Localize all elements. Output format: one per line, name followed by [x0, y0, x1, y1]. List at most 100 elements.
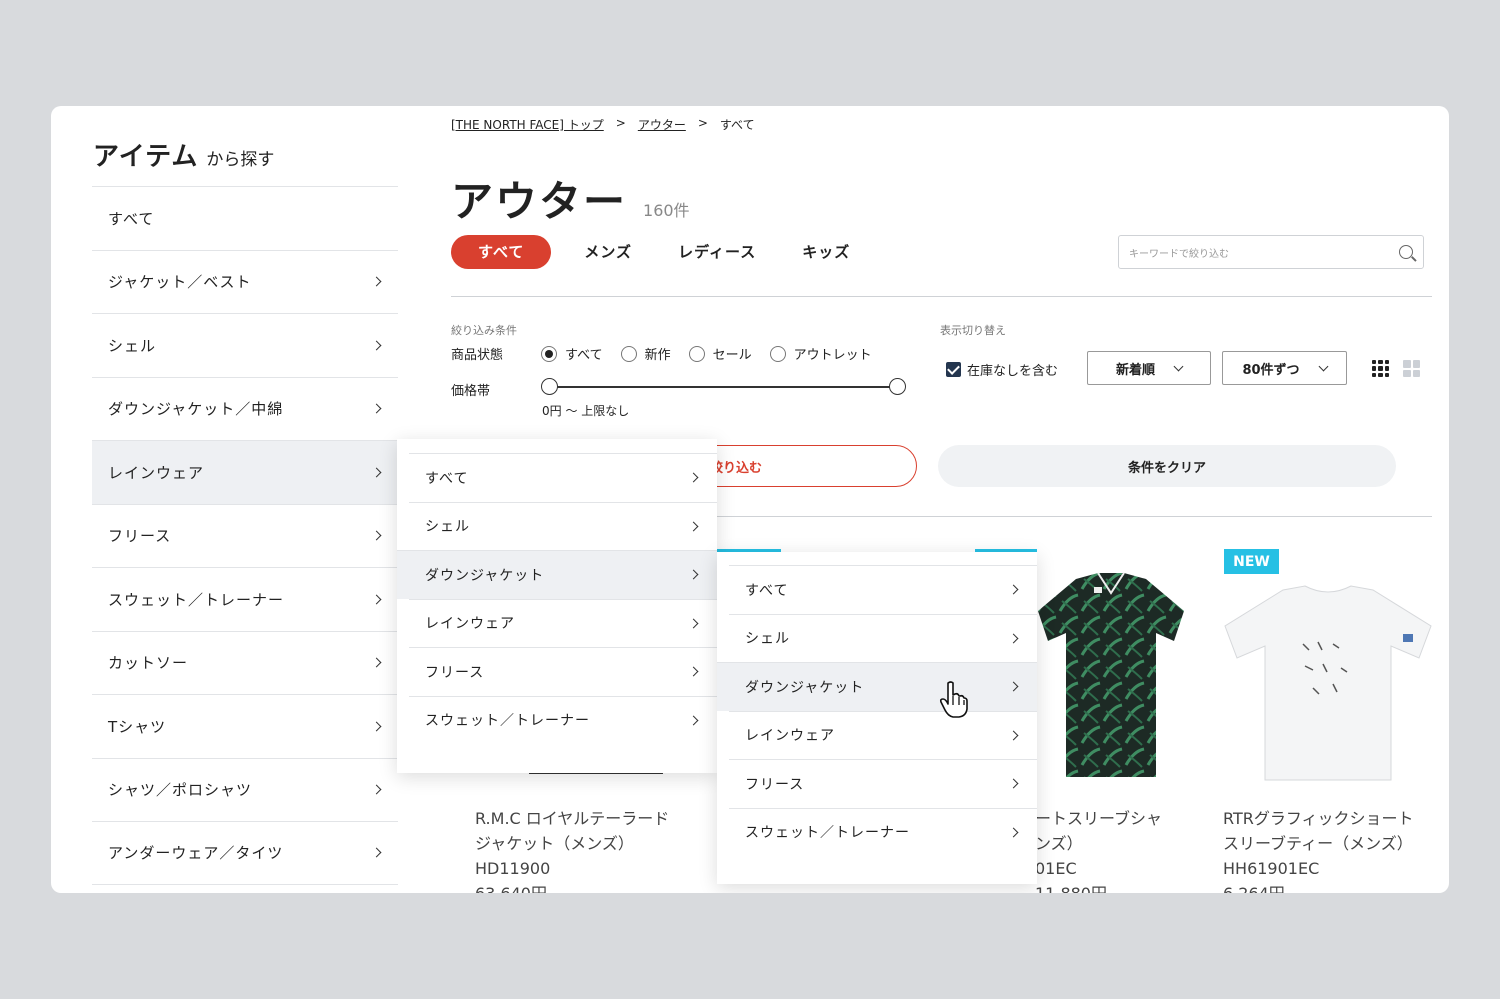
divider: [451, 296, 1432, 297]
status-radio-outlet[interactable]: アウトレット: [769, 344, 872, 363]
sidebar-item-shirt-polo[interactable]: シャツ／ポロシャツ: [92, 757, 398, 822]
radio-icon: [688, 345, 705, 362]
chevron-right-icon: [688, 715, 699, 726]
sidebar-category-list: すべて ジャケット／ベスト シェル ダウンジャケット／中綿 レインウェア フリー…: [92, 186, 398, 885]
status-filter: 商品状態 すべて 新作 セール アウトレット: [451, 344, 890, 363]
flyout-menu-level2: すべて シェル ダウンジャケット レインウェア フリース スウェット／トレーナー: [397, 439, 717, 773]
tab-kids[interactable]: キッズ: [779, 235, 873, 269]
status-radio-all[interactable]: すべて: [541, 344, 603, 363]
grid-view-2-icon[interactable]: [1403, 360, 1420, 377]
flyout3-item-rainwear[interactable]: レインウェア: [729, 710, 1037, 760]
price-slider-min-handle[interactable]: [541, 378, 558, 395]
chevron-right-icon: [371, 403, 382, 414]
price-label: 価格帯: [451, 384, 491, 399]
chevron-right-icon: [371, 594, 382, 605]
breadcrumb-outer-link[interactable]: アウター: [638, 116, 686, 133]
breadcrumb-home-link[interactable]: [THE NORTH FACE] トップ: [451, 116, 604, 133]
price-slider-track[interactable]: [549, 386, 897, 388]
sidebar-item-cutsew[interactable]: カットソー: [92, 630, 398, 695]
chevron-right-icon: [371, 530, 382, 541]
flyout3-item-down-jacket[interactable]: ダウンジャケット: [717, 662, 1037, 711]
radio-checked-icon: [541, 345, 557, 362]
chevron-right-icon: [371, 721, 382, 732]
page-card: アイテム から探す すべて ジャケット／ベスト シェル ダウンジャケット／中綿 …: [51, 106, 1449, 893]
sidebar-item-underwear[interactable]: アンダーウェア／タイツ: [92, 821, 398, 885]
status-radio-sale[interactable]: セール: [688, 344, 752, 363]
sidebar-title-sub: から探す: [206, 150, 275, 170]
price-slider-max-handle[interactable]: [889, 378, 906, 395]
new-badge: NEW: [1224, 549, 1279, 574]
chevron-right-icon: [371, 784, 382, 795]
hand-cursor-icon: [939, 681, 968, 718]
flyout3-item-fleece[interactable]: フリース: [729, 759, 1037, 808]
flyout2-item-all[interactable]: すべて: [409, 453, 717, 502]
sidebar-title-main: アイテム: [93, 142, 199, 172]
chevron-right-icon: [1008, 681, 1019, 692]
sidebar-item-shell[interactable]: シェル: [92, 313, 398, 377]
status-radio-new[interactable]: 新作: [620, 344, 671, 363]
sidebar-item-tshirt[interactable]: Tシャツ: [92, 694, 398, 758]
sidebar-item-all[interactable]: すべて: [92, 186, 398, 250]
price-range-value: 0円 〜 上限なし: [542, 404, 630, 418]
flyout2-item-shell[interactable]: シェル: [409, 501, 717, 551]
chevron-right-icon: [371, 847, 382, 858]
chevron-right-icon: [1008, 827, 1019, 838]
sidebar-item-sweat[interactable]: スウェット／トレーナー: [92, 567, 398, 631]
flyout2-item-rainwear[interactable]: レインウェア: [409, 598, 717, 648]
product-image-shirt[interactable]: [1036, 571, 1186, 783]
sort-select[interactable]: 新着順: [1087, 351, 1211, 385]
chevron-right-icon: [371, 657, 382, 668]
radio-icon: [620, 345, 637, 362]
status-label: 商品状態: [451, 348, 504, 363]
chevron-right-icon: [688, 521, 699, 532]
breadcrumb-current: すべて: [719, 118, 755, 132]
product-image-tshirt[interactable]: [1223, 584, 1433, 784]
radio-icon: [769, 345, 786, 362]
sidebar-item-down-jacket[interactable]: ダウンジャケット／中綿: [92, 376, 398, 441]
result-count: 160件: [643, 201, 690, 220]
display-section-label: 表示切り替え: [940, 324, 1006, 337]
clear-filter-button[interactable]: 条件をクリア: [938, 445, 1396, 487]
search-placeholder: キーワードで絞り込む: [1129, 248, 1229, 260]
breadcrumb: [THE NORTH FACE] トップ > アウター > すべて: [451, 116, 755, 133]
chevron-down-icon: [1173, 361, 1184, 371]
include-out-of-stock-checkbox[interactable]: 在庫なしを含む: [946, 360, 1058, 379]
page-title-text: アウター: [451, 177, 628, 226]
search-icon[interactable]: [1399, 245, 1413, 259]
chevron-right-icon: [688, 472, 699, 483]
filter-section-label: 絞り込み条件: [451, 324, 517, 337]
page-title: アウター 160件: [451, 168, 690, 229]
chevron-right-icon: [1008, 778, 1019, 789]
product-card-shirt[interactable]: ートスリーブシャ ンズ） 01EC 11,880円: [1035, 806, 1162, 893]
chevron-right-icon: [688, 569, 699, 580]
sidebar-item-jacket-vest[interactable]: ジャケット／ベスト: [92, 249, 398, 314]
chevron-right-icon: [688, 666, 699, 677]
tab-ladies[interactable]: レディース: [655, 235, 779, 269]
sidebar-item-fleece[interactable]: フリース: [92, 503, 398, 568]
chevron-right-icon: [688, 618, 699, 629]
flyout2-item-fleece[interactable]: フリース: [409, 647, 717, 696]
flyout-menu-level3: すべて シェル ダウンジャケット レインウェア フリース スウェット／トレーナー: [717, 552, 1037, 884]
chevron-right-icon: [371, 276, 382, 287]
chevron-right-icon: [1008, 584, 1019, 595]
chevron-right-icon: [1008, 633, 1019, 644]
product-card-jacket[interactable]: R.M.C ロイヤルテーラード ジャケット（メンズ） HD11900 63,64…: [475, 806, 669, 893]
gender-tabs: すべて メンズ レディース キッズ: [451, 235, 873, 269]
flyout3-item-shell[interactable]: シェル: [729, 613, 1037, 663]
tab-all[interactable]: すべて: [451, 235, 552, 269]
flyout3-item-all[interactable]: すべて: [729, 565, 1037, 614]
tab-mens[interactable]: メンズ: [561, 235, 655, 269]
per-page-select[interactable]: 80件ずつ: [1222, 351, 1347, 385]
sidebar-item-rainwear[interactable]: レインウェア: [92, 440, 398, 504]
chevron-right-icon: [371, 340, 382, 351]
flyout2-item-down-jacket[interactable]: ダウンジャケット: [397, 550, 717, 599]
product-card-tshirt[interactable]: RTRグラフィックショート スリーブティー（メンズ） HH61901EC 6,2…: [1223, 806, 1414, 893]
chevron-down-icon: [1318, 361, 1328, 371]
chevron-right-icon: [1008, 730, 1019, 741]
breadcrumb-separator: >: [615, 116, 626, 130]
flyout2-item-sweat[interactable]: スウェット／トレーナー: [409, 695, 717, 745]
grid-view-3-icon[interactable]: [1372, 360, 1389, 377]
flyout3-item-sweat[interactable]: スウェット／トレーナー: [729, 807, 1037, 857]
chevron-right-icon: [371, 467, 382, 478]
keyword-search-input[interactable]: キーワードで絞り込む: [1118, 235, 1424, 269]
